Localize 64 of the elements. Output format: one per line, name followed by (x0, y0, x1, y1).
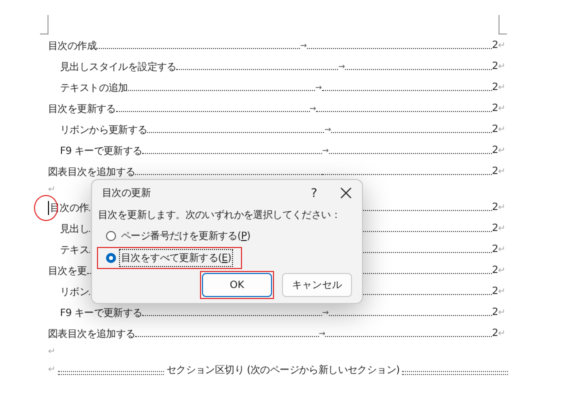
tab-mark: → (322, 146, 328, 155)
tab-mark: → (318, 329, 326, 338)
toc-entry-text: 図表目次を追加する (48, 166, 136, 178)
page-number: 2 (492, 166, 498, 177)
paragraph-mark: ↵ (498, 202, 506, 212)
page-corner-mark-icon (498, 15, 507, 35)
page-number: 2 (492, 307, 498, 318)
paragraph-mark: ↵ (48, 184, 56, 194)
tab-mark: → (324, 125, 331, 134)
toc-entry-text: 目次を更新する (48, 102, 116, 116)
paragraph-mark: ↵ (498, 104, 506, 114)
paragraph-mark: ↵ (48, 364, 56, 374)
page-number: 2 (492, 103, 498, 114)
toc-entry-text: F9 キーで更新する (60, 144, 142, 158)
dialog-title: 目次の更新 (102, 186, 152, 200)
toc-entry-text: テキストの追加 (60, 82, 128, 94)
paragraph-mark: ↵ (498, 286, 506, 296)
dialog-button[interactable]: キャンセル (282, 273, 352, 297)
toc-entry-text: リボンから更新する (60, 124, 148, 136)
tab-mark: → (338, 62, 345, 71)
help-button[interactable]: ? (298, 180, 330, 204)
page-number: 2 (492, 328, 498, 339)
toc-entry-text: 目次の作成 (48, 40, 97, 52)
page-number: 2 (492, 145, 498, 156)
toc-entry-text: 図表目次を追加する (48, 328, 136, 340)
paragraph-mark: ↵ (498, 244, 506, 254)
paragraph-mark: ↵ (48, 346, 56, 356)
paragraph-mark: ↵ (498, 328, 506, 338)
page-number: 2 (492, 124, 498, 135)
paragraph-mark: ↵ (498, 40, 506, 50)
page-number: 2 (492, 265, 498, 276)
close-icon (340, 186, 352, 198)
page-corner-mark-icon (40, 15, 49, 35)
page-number: 2 (492, 61, 498, 72)
radio-button[interactable] (106, 253, 116, 263)
dialog-message: 目次を更新します。次のいずれかを選択してください： (97, 208, 342, 222)
radio-option[interactable]: ページ番号だけを更新する(P) (106, 227, 252, 245)
radio-button[interactable] (106, 231, 116, 241)
paragraph-mark: ↵ (498, 146, 506, 156)
paragraph-mark: ↵ (498, 308, 506, 318)
page-number: 2 (492, 223, 498, 234)
toc-entry-text: 見出し (60, 222, 90, 236)
tab-mark: → (310, 104, 316, 113)
dialog-button[interactable]: OK (202, 273, 272, 297)
toc-entry-text: 目次を更 (48, 264, 87, 278)
paragraph-mark: ↵ (498, 224, 506, 234)
paragraph-mark: ↵ (498, 82, 506, 92)
tab-mark: → (315, 83, 322, 92)
page-number: 2 (492, 286, 498, 297)
page-number: 2 (492, 40, 498, 51)
page-number: 2 (492, 82, 498, 93)
paragraph-mark: ↵ (498, 124, 506, 134)
page-number: 2 (492, 244, 498, 255)
section-break-label: セクション区切り (次のページから新しいセクション) (165, 364, 401, 376)
page-number: 2 (492, 202, 498, 213)
paragraph-mark: ↵ (498, 166, 506, 176)
toc-entry-text: F9 キーで更新する (60, 306, 142, 320)
paragraph-mark: ↵ (498, 62, 506, 72)
toc-entry-text: テキス (60, 244, 90, 256)
toc-entry-text: リボン (60, 286, 90, 298)
tab-mark: → (322, 308, 328, 317)
tab-mark: → (300, 41, 307, 50)
paragraph-mark: ↵ (498, 266, 506, 276)
toc-entry-text: 見出しスタイルを設定する (60, 60, 176, 74)
